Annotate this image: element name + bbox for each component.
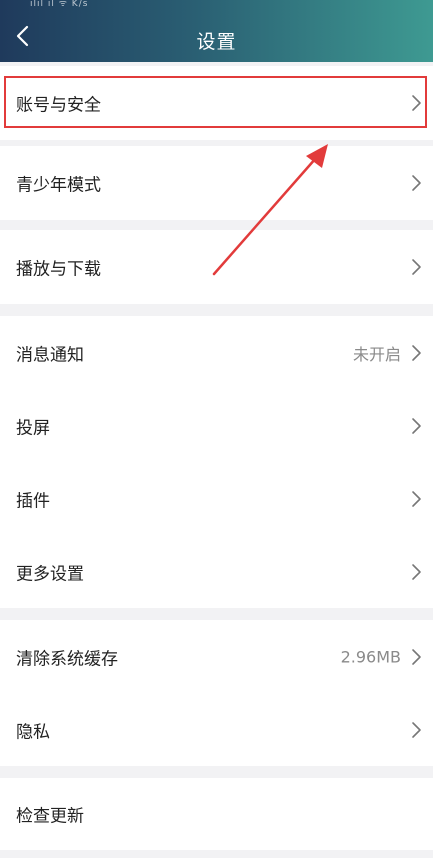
row-value: 未开启 bbox=[352, 344, 401, 364]
chevron-right-icon bbox=[412, 721, 421, 738]
setting-row-plugins[interactable]: 插件 bbox=[0, 462, 433, 535]
setting-row-check-update[interactable]: 检查更新 bbox=[0, 778, 433, 850]
chevron-right-icon bbox=[412, 175, 421, 191]
setting-row-teen-mode[interactable]: 青少年模式 bbox=[0, 146, 433, 220]
row-label: 检查更新 bbox=[16, 806, 84, 827]
row-label: 青少年模式 bbox=[16, 175, 101, 196]
row-label: 更多设置 bbox=[16, 564, 84, 584]
highlight-box bbox=[4, 76, 427, 128]
setting-row-more-settings[interactable]: 更多设置 bbox=[0, 535, 433, 608]
row-label: 投屏 bbox=[16, 418, 50, 438]
row-value: 2.96MB bbox=[340, 647, 401, 666]
setting-row-clear-cache[interactable]: 清除系统缓存 2.96MB bbox=[0, 620, 433, 693]
setting-row-playback-download[interactable]: 播放与下载 bbox=[0, 230, 433, 304]
chevron-right-icon bbox=[412, 648, 421, 665]
chevron-right-icon bbox=[412, 259, 421, 275]
setting-row-notifications[interactable]: 消息通知 未开启 bbox=[0, 316, 433, 389]
row-label: 插件 bbox=[16, 491, 50, 511]
page-title: 设置 bbox=[196, 31, 237, 53]
row-label: 播放与下载 bbox=[16, 259, 101, 280]
app-header: ılıl ıl ᯤ K/s 设置 bbox=[0, 0, 433, 62]
row-label: 清除系统缓存 bbox=[16, 649, 118, 669]
setting-row-privacy[interactable]: 隐私 bbox=[0, 693, 433, 766]
setting-row-cast[interactable]: 投屏 bbox=[0, 389, 433, 462]
chevron-right-icon bbox=[412, 563, 421, 580]
row-label: 消息通知 bbox=[16, 345, 84, 365]
chevron-right-icon bbox=[412, 417, 421, 434]
status-bar-text: ılıl ıl ᯤ K/s bbox=[30, 0, 89, 9]
row-label: 隐私 bbox=[16, 722, 50, 742]
chevron-right-icon bbox=[412, 344, 421, 361]
chevron-right-icon bbox=[412, 490, 421, 507]
